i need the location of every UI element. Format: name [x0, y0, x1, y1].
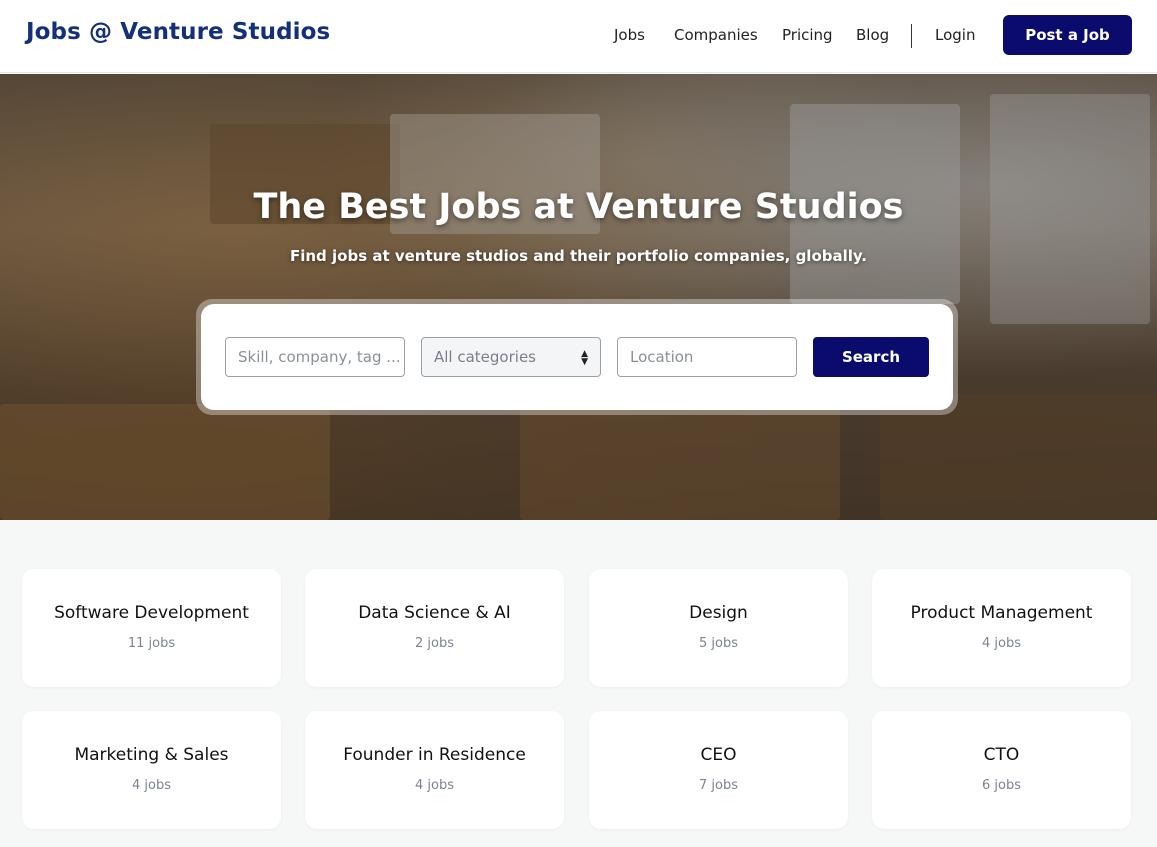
- search-button[interactable]: Search: [813, 337, 929, 377]
- category-card-founder-in-residence[interactable]: Founder in Residence 4 jobs: [305, 711, 564, 829]
- category-title: Design: [689, 603, 748, 623]
- keyword-input[interactable]: Skill, company, tag ...: [225, 337, 405, 377]
- category-count: 5 jobs: [699, 636, 738, 651]
- category-count: 4 jobs: [415, 778, 454, 793]
- brand-logo[interactable]: Jobs @ Venture Studios: [26, 19, 330, 45]
- category-title: CEO: [700, 745, 737, 765]
- nav-jobs[interactable]: Jobs: [614, 26, 645, 44]
- category-card-design[interactable]: Design 5 jobs: [589, 569, 848, 687]
- post-job-button[interactable]: Post a Job: [1003, 15, 1132, 55]
- category-card-software-development[interactable]: Software Development 11 jobs: [22, 569, 281, 687]
- nav-companies[interactable]: Companies: [674, 26, 758, 44]
- location-placeholder: Location: [630, 348, 694, 366]
- category-count: 6 jobs: [982, 778, 1021, 793]
- category-title: Founder in Residence: [343, 745, 526, 765]
- category-count: 2 jobs: [415, 636, 454, 651]
- hero-title: The Best Jobs at Venture Studios: [253, 187, 904, 227]
- category-title: CTO: [983, 745, 1020, 765]
- nav-blog[interactable]: Blog: [856, 26, 889, 44]
- category-title: Software Development: [54, 603, 249, 623]
- category-card-marketing-sales[interactable]: Marketing & Sales 4 jobs: [22, 711, 281, 829]
- category-card-cto[interactable]: CTO 6 jobs: [872, 711, 1131, 829]
- hero-overlay: [0, 74, 1157, 520]
- hero-subtitle: Find jobs at venture studios and their p…: [289, 247, 867, 265]
- hero-banner: The Best Jobs at Venture Studios Find jo…: [0, 74, 1157, 520]
- nav-pricing[interactable]: Pricing: [782, 26, 833, 44]
- category-count: 11 jobs: [127, 636, 176, 651]
- search-panel: Skill, company, tag ... All categories ▲…: [196, 299, 958, 415]
- category-count: 4 jobs: [982, 636, 1021, 651]
- category-count: 7 jobs: [699, 778, 738, 793]
- select-updown-icon: ▲ ▼: [581, 349, 588, 367]
- category-title: Data Science & AI: [358, 603, 511, 623]
- category-title: Product Management: [910, 603, 1093, 623]
- category-count: 4 jobs: [132, 778, 171, 793]
- category-select[interactable]: All categories ▲ ▼: [421, 337, 601, 377]
- search-form: Skill, company, tag ... All categories ▲…: [201, 304, 953, 410]
- category-card-ceo[interactable]: CEO 7 jobs: [589, 711, 848, 829]
- site-header: Jobs @ Venture Studios Jobs Companies Pr…: [0, 0, 1157, 73]
- category-title: Marketing & Sales: [74, 745, 229, 765]
- nav-divider: [911, 24, 912, 48]
- category-card-product-management[interactable]: Product Management 4 jobs: [872, 569, 1131, 687]
- category-selected-value: All categories: [434, 348, 536, 366]
- login-link[interactable]: Login: [935, 26, 975, 44]
- location-input[interactable]: Location: [617, 337, 797, 377]
- category-card-data-science-ai[interactable]: Data Science & AI 2 jobs: [305, 569, 564, 687]
- keyword-placeholder: Skill, company, tag ...: [238, 348, 401, 366]
